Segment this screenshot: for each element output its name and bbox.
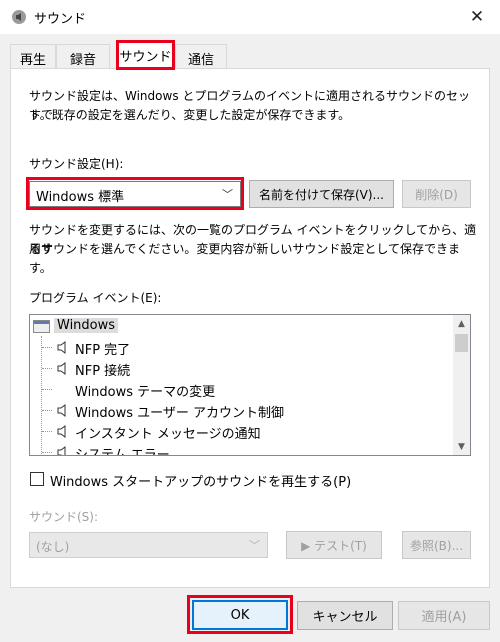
list-item[interactable]: システム エラー [30,442,450,456]
sound-scheme-label: サウンド設定(H): [29,157,124,171]
cancel-button[interactable]: キャンセル [297,601,393,630]
list-item-label: インスタント メッセージの通知 [75,427,261,442]
vertical-scrollbar[interactable]: ▲ ▼ [453,315,470,455]
scroll-up-icon[interactable]: ▲ [453,315,470,332]
list-item-label: Windows ユーザー アカウント制御 [75,406,285,421]
instructions-line-2: るサウンドを選んでください。変更内容が新しいサウンド設定として保存できます。 [29,242,461,275]
speaker-icon [57,362,66,375]
sound-scheme-value: Windows 標準 [36,190,125,205]
description-line-2: す。既存の設定を選んだり、変更した設定が保存できます。 [29,108,351,122]
speaker-icon [57,446,66,455]
list-item[interactable]: Windows ユーザー アカウント制御 [30,400,450,421]
speaker-icon [57,425,66,438]
sound-scheme-dropdown[interactable]: Windows 標準 ﹀ [29,181,241,207]
test-button-label: ▶ テスト(T) [301,538,367,553]
sounds-label: サウンド(S): [29,510,99,524]
list-item[interactable]: NFP 接続 [30,358,450,379]
test-button[interactable]: ▶ テスト(T) [286,531,382,559]
title-bar: サウンド ✕ [0,0,500,34]
speaker-icon [57,341,66,354]
scroll-thumb[interactable] [455,334,468,352]
apply-button[interactable]: 適用(A) [398,601,490,630]
list-item-label: NFP 接続 [75,364,131,379]
list-item-label: Windows [54,318,119,333]
startup-sound-label[interactable]: Windows スタートアップのサウンドを再生する(P) [50,471,351,490]
browse-button[interactable]: 参照(B)... [402,531,471,559]
save-as-button[interactable]: 名前を付けて保存(V)... [249,180,394,208]
startup-sound-checkbox[interactable] [30,472,44,486]
list-item[interactable]: インスタント メッセージの通知 [30,421,450,442]
speaker-icon [57,404,66,417]
speaker-app-icon [12,10,26,24]
chevron-down-icon: ﹀ [249,539,260,552]
delete-button[interactable]: 削除(D) [402,180,471,208]
chevron-down-icon: ﹀ [222,188,233,201]
sound-file-value: (なし) [36,540,70,554]
sound-file-dropdown[interactable]: (なし) ﹀ [29,532,268,558]
window-icon [33,320,50,333]
list-item[interactable]: Windows [30,316,450,337]
ok-button[interactable]: OK [192,600,288,630]
tab-playback[interactable]: 再生 [10,44,56,68]
list-item[interactable]: NFP 完了 [30,337,450,358]
window-title: サウンド [34,12,87,27]
close-icon: ✕ [469,7,485,27]
tab-communications[interactable]: 通信 [175,44,227,68]
list-item-label: システム エラー [75,448,170,456]
tab-sounds[interactable]: サウンド [116,40,175,70]
program-events-list[interactable]: Windows NFP 完了 NFP 接続 Windows テーマの変更 Win… [29,314,471,456]
program-events-label: プログラム イベント(E): [29,291,162,305]
close-button[interactable]: ✕ [454,0,500,34]
tab-recording[interactable]: 録音 [56,44,110,68]
list-item-label: NFP 完了 [75,343,131,358]
scroll-down-icon[interactable]: ▼ [453,438,470,455]
list-item-label: Windows テーマの変更 [75,385,216,400]
list-item[interactable]: Windows テーマの変更 [30,379,450,400]
